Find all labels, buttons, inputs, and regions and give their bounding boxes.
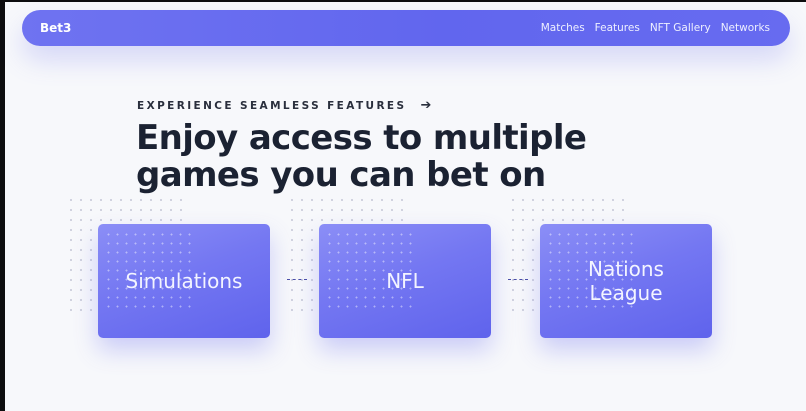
brand-logo[interactable]: Bet3 <box>40 10 71 46</box>
navbar: Bet3 Matches Features NFT Gallery Networ… <box>22 10 790 46</box>
game-card-nations-league[interactable]: Nations League <box>540 224 712 338</box>
arrow-right-icon[interactable]: ➔ <box>420 98 431 113</box>
card-connector <box>287 279 307 280</box>
nav-link-networks[interactable]: Networks <box>721 22 770 34</box>
card-label: Simulations <box>125 269 243 293</box>
headline-line-2: games you can bet on <box>136 155 546 195</box>
headline-line-1: Enjoy access to multiple <box>136 118 587 158</box>
card-label: NFL <box>386 269 424 293</box>
nav-links: Matches Features NFT Gallery Networks <box>541 10 770 46</box>
window-left-edge <box>0 0 5 411</box>
section-kicker: EXPERIENCE SEAMLESS FEATURES ➔ <box>137 98 431 113</box>
nav-link-features[interactable]: Features <box>595 22 640 34</box>
game-card-simulations[interactable]: Simulations <box>98 224 270 338</box>
hero-headline: Enjoy access to multiple games you can b… <box>136 120 656 194</box>
card-label: Nations League <box>588 257 664 305</box>
card-connector <box>508 279 528 280</box>
game-card-nfl[interactable]: NFL <box>319 224 491 338</box>
window-top-edge <box>0 0 806 2</box>
nav-link-matches[interactable]: Matches <box>541 22 585 34</box>
kicker-text: EXPERIENCE SEAMLESS FEATURES <box>137 99 407 112</box>
nav-link-nft-gallery[interactable]: NFT Gallery <box>650 22 711 34</box>
